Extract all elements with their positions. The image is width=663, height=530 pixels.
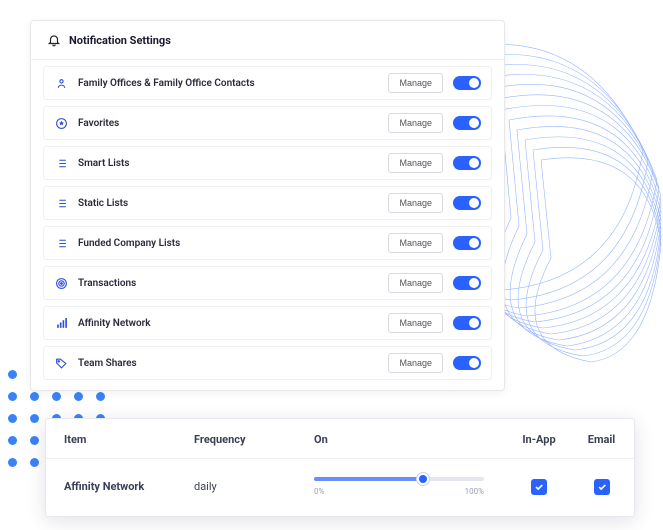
col-header-item: Item — [64, 433, 194, 446]
tag-icon — [54, 356, 68, 370]
col-header-frequency: Frequency — [194, 433, 314, 446]
row-label: Team Shares — [78, 358, 378, 369]
manage-button[interactable]: Manage — [388, 73, 443, 93]
toggle-switch[interactable] — [453, 76, 481, 90]
list-icon — [54, 156, 68, 170]
manage-button[interactable]: Manage — [388, 353, 443, 373]
star-circle-icon — [54, 116, 68, 130]
row-transactions: Transactions Manage — [43, 266, 492, 300]
toggle-switch[interactable] — [453, 156, 481, 170]
slider-max-label: 100% — [465, 487, 484, 496]
col-header-on: On — [314, 433, 504, 446]
email-checkbox[interactable] — [594, 479, 610, 495]
row-label: Static Lists — [78, 198, 378, 209]
detail-header-row: Item Frequency On In-App Email — [46, 419, 634, 459]
bell-icon — [47, 33, 61, 47]
row-family-offices: Family Offices & Family Office Contacts … — [43, 66, 492, 100]
manage-button[interactable]: Manage — [388, 313, 443, 333]
slider-labels: 0% 100% — [314, 487, 484, 496]
target-icon — [54, 276, 68, 290]
manage-button[interactable]: Manage — [388, 233, 443, 253]
in-app-checkbox[interactable] — [531, 479, 547, 495]
slider-fill — [314, 477, 423, 481]
toggle-switch[interactable] — [453, 316, 481, 330]
row-label: Family Offices & Family Office Contacts — [78, 78, 378, 89]
row-smart-lists: Smart Lists Manage — [43, 146, 492, 180]
detail-body-row: Affinity Network daily 0% 100% — [46, 459, 634, 516]
manage-button[interactable]: Manage — [388, 153, 443, 173]
toggle-switch[interactable] — [453, 236, 481, 250]
row-affinity-network: Affinity Network Manage — [43, 306, 492, 340]
row-label: Smart Lists — [78, 158, 378, 169]
list-icon — [54, 236, 68, 250]
col-header-in-app: In-App — [504, 433, 574, 446]
col-header-email: Email — [574, 433, 629, 446]
detail-frequency-value: daily — [194, 480, 314, 493]
signal-icon — [54, 316, 68, 330]
row-label: Favorites — [78, 118, 378, 129]
toggle-switch[interactable] — [453, 276, 481, 290]
row-funded-company-lists: Funded Company Lists Manage — [43, 226, 492, 260]
slider-thumb[interactable] — [417, 473, 429, 485]
notification-settings-panel: Notification Settings Family Offices & F… — [30, 20, 505, 391]
toggle-switch[interactable] — [453, 196, 481, 210]
detail-panel: Item Frequency On In-App Email Affinity … — [45, 418, 635, 517]
manage-button[interactable]: Manage — [388, 113, 443, 133]
on-slider[interactable] — [314, 477, 484, 481]
slider-min-label: 0% — [314, 487, 324, 496]
row-label: Affinity Network — [78, 318, 378, 329]
on-slider-container: 0% 100% — [314, 477, 504, 496]
toggle-switch[interactable] — [453, 356, 481, 370]
panel-title: Notification Settings — [69, 34, 171, 47]
settings-rows: Family Offices & Family Office Contacts … — [31, 60, 504, 390]
manage-button[interactable]: Manage — [388, 273, 443, 293]
detail-item-name: Affinity Network — [64, 480, 194, 493]
row-label: Transactions — [78, 278, 378, 289]
person-icon — [54, 76, 68, 90]
manage-button[interactable]: Manage — [388, 193, 443, 213]
row-team-shares: Team Shares Manage — [43, 346, 492, 380]
list-icon — [54, 196, 68, 210]
row-label: Funded Company Lists — [78, 238, 378, 249]
toggle-switch[interactable] — [453, 116, 481, 130]
row-static-lists: Static Lists Manage — [43, 186, 492, 220]
panel-header: Notification Settings — [31, 21, 504, 60]
row-favorites: Favorites Manage — [43, 106, 492, 140]
